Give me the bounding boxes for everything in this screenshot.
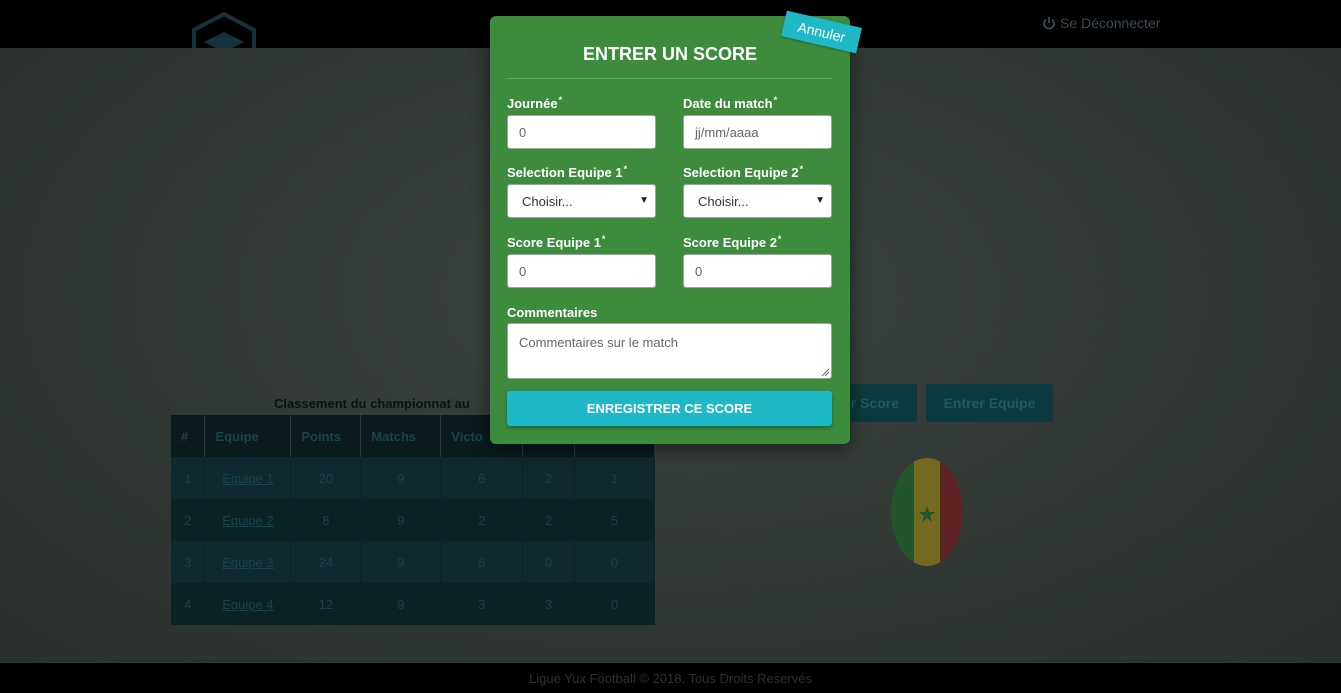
table-cell: 6 [440,457,524,499]
column-header: # [171,415,206,457]
save-score-button[interactable]: ENREGISTRER CE SCORE [507,391,832,426]
score2-label: Score Equipe 2* [683,233,782,250]
dropdown-arrow-icon: ▼ [815,195,825,206]
footer: Ligue Yux Football © 2018. Tous Droits R… [0,663,1341,693]
table-cell: 0 [522,541,576,583]
column-header: Matchs [360,415,442,457]
team-link[interactable]: Equipe 4 [222,597,273,612]
table-cell: 2 [440,499,524,541]
table-cell: 24 [290,541,362,583]
score1-input[interactable]: 0 [507,254,656,288]
team2-label: Selection Equipe 2* [683,163,804,180]
table-cell: Equipe 2 [204,499,292,541]
table-cell: 4 [171,583,206,625]
standings-caption: Classement du championnat au [274,396,470,411]
table-cell: 2 [522,457,576,499]
enter-team-button[interactable]: Entrer Equipe [926,384,1053,422]
column-header: Points [290,415,362,457]
footer-text: Ligue Yux Football © 2018. Tous Droits R… [529,671,812,686]
table-cell: 9 [360,457,442,499]
team-link[interactable]: Equipe 3 [222,555,273,570]
table-cell: 9 [360,499,442,541]
table-row: 3 Equipe 3 24 9 8 0 0 [171,541,655,583]
score1-label: Score Equipe 1* [507,233,606,250]
divider [507,78,832,79]
dropdown-arrow-icon: ▼ [639,195,649,206]
table-cell: 0 [574,583,655,625]
table-cell: Equipe 1 [204,457,292,499]
table-row: 4 Equipe 4 12 9 3 3 0 [171,583,655,625]
table-cell: Equipe 3 [204,541,292,583]
table-cell: 12 [290,583,362,625]
table-cell: 0 [574,541,655,583]
logout-label: Se Déconnecter [1060,15,1161,31]
score-modal: Annuler ENTRER UN SCORE Journée* 0 Date … [490,10,862,444]
table-cell: 5 [574,499,655,541]
team1-select[interactable]: Choisir... ▼ [507,184,656,218]
date-input[interactable]: jj/mm/aaaa [683,115,832,149]
journee-label: Journée* [507,94,563,111]
table-cell: 8 [440,541,524,583]
table-cell: Equipe 4 [204,583,292,625]
team2-select[interactable]: Choisir... ▼ [683,184,832,218]
table-cell: 3 [440,583,524,625]
resize-grip-icon[interactable] [821,368,829,376]
table-cell: 3 [522,583,576,625]
table-cell: 2 [522,499,576,541]
column-header: Equipe [204,415,292,457]
senegal-fingerprint-icon [891,458,963,566]
table-cell: 8 [290,499,362,541]
team-link[interactable]: Equipe 1 [222,471,273,486]
comments-textarea[interactable]: Commentaires sur le match [507,323,832,379]
score2-input[interactable]: 0 [683,254,832,288]
comments-label: Commentaires [507,305,598,320]
table-cell: 2 [171,499,206,541]
logout-link[interactable]: Se Déconnecter [1042,13,1160,33]
table-cell: 1 [171,457,206,499]
journee-input[interactable]: 0 [507,115,656,149]
team-link[interactable]: Equipe 2 [222,513,273,528]
power-icon [1043,17,1055,30]
table-cell: 9 [360,583,442,625]
standings-table: # Equipe Points Matchs Victo 1 Equipe 1 … [171,415,655,625]
table-cell: 1 [574,457,655,499]
modal-title: ENTRER UN SCORE [582,44,757,64]
table-cell: 20 [290,457,362,499]
table-cell: 3 [171,541,206,583]
table-cell: 9 [360,541,442,583]
table-row: 2 Equipe 2 8 9 2 2 5 [171,499,655,541]
date-label: Date du match* [683,94,778,111]
table-row: 1 Equipe 1 20 9 6 2 1 [171,457,655,499]
team1-label: Selection Equipe 1* [507,163,628,180]
